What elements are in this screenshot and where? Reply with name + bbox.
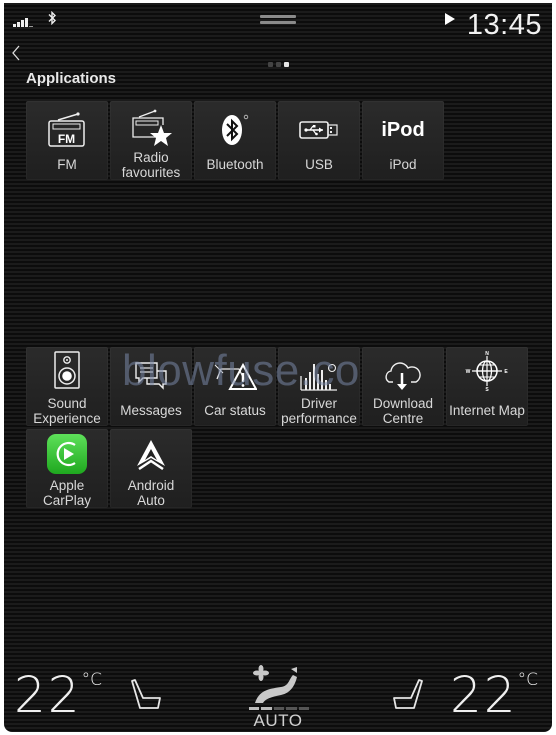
- bluetooth-icon: [222, 114, 249, 145]
- clock: 13:45: [466, 9, 542, 41]
- app-tile-fm[interactable]: FM FM: [26, 101, 108, 180]
- left-seat-heat-button[interactable]: [129, 678, 165, 712]
- app-label-line: Experience: [33, 410, 101, 426]
- left-temperature[interactable]: 22°C: [14, 666, 102, 724]
- svg-text:FM: FM: [58, 132, 75, 146]
- fan-airflow-icon: [253, 665, 297, 703]
- fan-level-indicator: [249, 707, 310, 710]
- app-tile-bluetooth[interactable]: Bluetooth: [194, 101, 276, 180]
- app-tile-apple-carplay[interactable]: Apple CarPlay: [26, 429, 108, 508]
- left-temp-value: 22: [14, 666, 82, 724]
- ipod-icon: iPod: [362, 113, 444, 147]
- app-label: Internet Map: [449, 403, 525, 418]
- app-tile-messages[interactable]: Messages: [110, 347, 192, 426]
- speaker-icon: [54, 351, 80, 389]
- page-dot[interactable]: [276, 62, 281, 67]
- app-label-line: Radio: [133, 150, 169, 165]
- play-icon[interactable]: [445, 13, 455, 25]
- app-tile-sound-experience[interactable]: Sound Experience: [26, 347, 108, 426]
- fan-auto-button[interactable]: AUTO: [247, 665, 310, 731]
- bluetooth-icon: [47, 10, 57, 28]
- infotainment-screen: 13:45 Applications FM FM Radio favourite…: [4, 3, 552, 732]
- android-auto-icon: [137, 440, 165, 470]
- driver-performance-icon: [300, 363, 337, 391]
- status-bar: 13:45: [4, 3, 552, 41]
- app-label: USB: [305, 157, 333, 172]
- section-title: Applications: [26, 70, 117, 87]
- app-label-line: Auto: [137, 492, 165, 508]
- app-label: Driver performance: [278, 396, 360, 426]
- app-label: FM: [57, 157, 77, 172]
- drag-handle-icon[interactable]: [260, 15, 296, 24]
- app-label-line: CarPlay: [42, 492, 91, 508]
- compass-globe-icon: N S W E: [466, 351, 509, 392]
- climate-bar: 22°C AUTO 22°C: [4, 658, 552, 732]
- compass-n: N: [485, 351, 489, 357]
- app-label: Apple CarPlay: [26, 478, 108, 508]
- carplay-icon: [47, 434, 87, 474]
- app-label-line: performance: [281, 410, 357, 426]
- compass-e: E: [504, 369, 508, 375]
- radio-favourites-icon: [132, 109, 172, 146]
- chevron-left-icon: [12, 45, 20, 61]
- app-label: Radio favourites: [110, 150, 192, 180]
- app-label-line: Driver: [301, 396, 337, 411]
- right-seat-heat-button[interactable]: [389, 678, 425, 712]
- app-label-line: favourites: [121, 164, 181, 180]
- app-label: Bluetooth: [206, 157, 264, 172]
- messages-icon: [135, 362, 167, 390]
- app-tile-ipod[interactable]: iPod iPod: [362, 101, 444, 180]
- compass-s: S: [485, 387, 489, 392]
- app-tile-internet-map[interactable]: N S W E Internet Map: [446, 347, 528, 426]
- app-label-line: Sound: [47, 396, 87, 411]
- ipod-icon-text: iPod: [381, 118, 425, 141]
- fan-mode-label: AUTO: [253, 711, 303, 730]
- app-label-line: Centre: [382, 410, 424, 426]
- seat-heat-left-icon: [131, 679, 161, 709]
- cloud-download-icon: [385, 362, 421, 390]
- app-label: Android Auto: [110, 478, 192, 508]
- app-tile-radio-favourites[interactable]: Radio favourites: [110, 101, 192, 180]
- temp-unit: °C: [81, 670, 102, 690]
- usb-icon: [299, 121, 338, 139]
- app-label-line: Download: [372, 396, 434, 411]
- temp-unit: °C: [517, 670, 538, 690]
- app-label: iPod: [389, 157, 417, 172]
- page-dot[interactable]: [268, 62, 273, 67]
- app-label-line: Apple: [49, 478, 85, 493]
- signal-strength-icon: [13, 17, 35, 27]
- app-label-line: Android: [127, 478, 175, 493]
- right-temp-value: 22: [450, 666, 518, 724]
- compass-w: W: [466, 369, 471, 375]
- app-tile-car-status[interactable]: Car status: [194, 347, 276, 426]
- app-label: Car status: [204, 403, 266, 418]
- app-tile-download-centre[interactable]: Download Centre: [362, 347, 444, 426]
- app-tile-android-auto[interactable]: Android Auto: [110, 429, 192, 508]
- app-tile-usb[interactable]: USB: [278, 101, 360, 180]
- car-status-icon: [214, 362, 257, 390]
- app-tile-driver-performance[interactable]: Driver performance: [278, 347, 360, 426]
- app-label: Download Centre: [362, 396, 444, 426]
- app-label: Sound Experience: [26, 396, 108, 426]
- right-temperature[interactable]: 22°C: [450, 666, 538, 724]
- page-dot-active[interactable]: [284, 62, 289, 67]
- app-label: Messages: [120, 403, 182, 418]
- page-indicator: [268, 54, 292, 72]
- back-button[interactable]: [9, 43, 27, 65]
- fm-radio-icon: FM: [48, 112, 85, 147]
- seat-heat-right-icon: [393, 679, 423, 709]
